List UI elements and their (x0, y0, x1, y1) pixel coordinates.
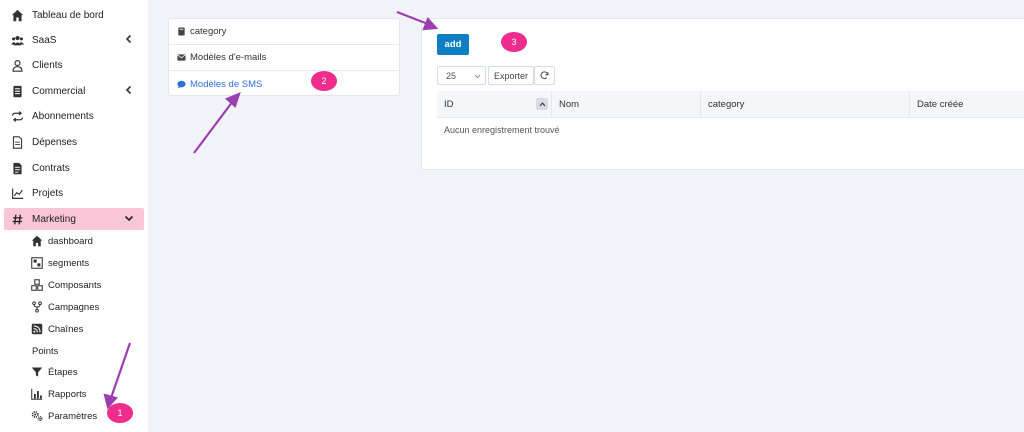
sidebar-subitem-label: Campagnes (48, 301, 100, 313)
refresh-icon (540, 71, 549, 80)
user-icon (10, 58, 24, 72)
fork-icon (30, 301, 43, 314)
file-text-icon (10, 135, 24, 149)
hashtag-icon (10, 212, 24, 226)
sidebar: Tableau de bord SaaS Clients Commercial … (0, 0, 148, 432)
sidebar-subitem-label: Paramètres (48, 410, 98, 422)
sidebar-subitem-etapes[interactable]: Étapes (30, 363, 78, 381)
envelope-icon (177, 53, 187, 63)
sidebar-subitem-parametres[interactable]: Paramètres (30, 407, 97, 425)
sidebar-subitem-label: dashboard (48, 235, 93, 247)
menu-item-label: Modèles de SMS (190, 78, 263, 90)
sidebar-item-projets[interactable]: Projets (0, 182, 148, 204)
users-icon (10, 33, 24, 47)
table-header: ID Nom category Date créée (437, 91, 1024, 118)
empty-table-message: Aucun enregistrement trouvé (444, 125, 560, 135)
sidebar-item-clients[interactable]: Clients (0, 54, 148, 76)
sidebar-subitem-label: Rapports (48, 388, 87, 400)
bar-chart-icon (30, 388, 43, 401)
filter-icon (30, 366, 43, 379)
segments-icon (30, 257, 43, 270)
column-header-label: Date créée (917, 99, 964, 110)
chart-line-icon (10, 186, 24, 200)
cubes-icon (30, 279, 43, 292)
sort-ascending-icon[interactable] (536, 98, 548, 110)
sidebar-item-tableau-de-bord[interactable]: Tableau de bord (0, 4, 148, 26)
sidebar-item-depenses[interactable]: Dépenses (0, 131, 148, 153)
comment-icon (177, 79, 187, 89)
sidebar-item-saas[interactable]: SaaS (0, 29, 148, 51)
column-header-label: ID (444, 99, 454, 110)
export-button[interactable]: Exporter (488, 66, 534, 85)
menu-item-email-templates[interactable]: Modèles d'e-mails (169, 45, 399, 71)
sidebar-item-label: Tableau de bord (32, 9, 104, 21)
contract-icon (10, 161, 24, 175)
sidebar-subitem-rapports[interactable]: Rapports (30, 385, 87, 403)
menu-item-category[interactable]: category (169, 19, 399, 45)
column-header-label: category (708, 99, 745, 110)
column-header-id[interactable]: ID (437, 91, 552, 118)
gears-icon (30, 410, 43, 423)
page-size-value: 25 (446, 70, 457, 81)
menu-item-label: category (190, 26, 227, 37)
annotation-badge-1: 1 (107, 403, 133, 423)
chevron-down-icon (124, 215, 134, 222)
repeat-icon (10, 109, 24, 123)
refresh-button[interactable] (534, 66, 555, 85)
sidebar-subitem-label: Composants (48, 279, 102, 291)
sidebar-subitem-segments[interactable]: segments (30, 254, 89, 272)
add-button[interactable]: add (437, 34, 469, 55)
sidebar-item-label: Projets (32, 187, 64, 199)
column-header-category[interactable]: category (701, 91, 910, 118)
menu-item-sms-templates[interactable]: Modèles de SMS (169, 71, 399, 97)
chevron-left-icon (125, 34, 132, 44)
sidebar-item-label: Clients (32, 59, 63, 71)
book-icon (177, 27, 187, 37)
annotation-arrow-2 (193, 100, 234, 154)
home-icon (10, 8, 24, 22)
sidebar-item-label: SaaS (32, 34, 57, 46)
chevron-left-icon (125, 85, 132, 95)
menu-item-label: Modèles d'e-mails (190, 52, 267, 63)
sidebar-subitem-label: segments (48, 257, 90, 269)
sidebar-subitem-label: Chaînes (48, 323, 84, 335)
template-menu-panel: category Modèles d'e-mails Modèles de SM… (168, 18, 400, 96)
column-header-date-creee[interactable]: Date créée (910, 91, 1024, 118)
sidebar-item-label: Dépenses (32, 136, 78, 148)
sidebar-subitem-chaines[interactable]: Chaînes (30, 320, 83, 338)
sidebar-item-abonnements[interactable]: Abonnements (0, 105, 148, 127)
sidebar-item-commercial[interactable]: Commercial (0, 80, 148, 102)
sidebar-item-marketing[interactable]: Marketing (4, 208, 144, 230)
file-invoice-icon (10, 84, 24, 98)
sidebar-item-label: Contrats (32, 162, 70, 174)
sidebar-subitem-points[interactable]: Points (32, 342, 58, 360)
chevron-down-icon (474, 74, 481, 79)
sidebar-subitem-campagnes[interactable]: Campagnes (30, 298, 99, 316)
column-header-nom[interactable]: Nom (552, 91, 701, 118)
sidebar-item-contrats[interactable]: Contrats (0, 157, 148, 179)
sidebar-subitem-label: Étapes (48, 366, 78, 378)
sidebar-item-label: Commercial (32, 85, 86, 97)
page-size-select[interactable]: 25 (437, 66, 486, 85)
sidebar-subitem-composants[interactable]: Composants (30, 276, 101, 294)
sidebar-item-label: Abonnements (32, 110, 94, 122)
rss-icon (30, 323, 43, 336)
home-icon (30, 235, 43, 248)
annotation-badge-2: 2 (311, 71, 337, 91)
sidebar-subitem-dashboard[interactable]: dashboard (30, 232, 93, 250)
sidebar-subitem-label: Points (32, 345, 59, 357)
column-header-label: Nom (559, 99, 580, 110)
sidebar-item-label: Marketing (32, 213, 76, 225)
annotation-badge-3: 3 (501, 32, 527, 52)
